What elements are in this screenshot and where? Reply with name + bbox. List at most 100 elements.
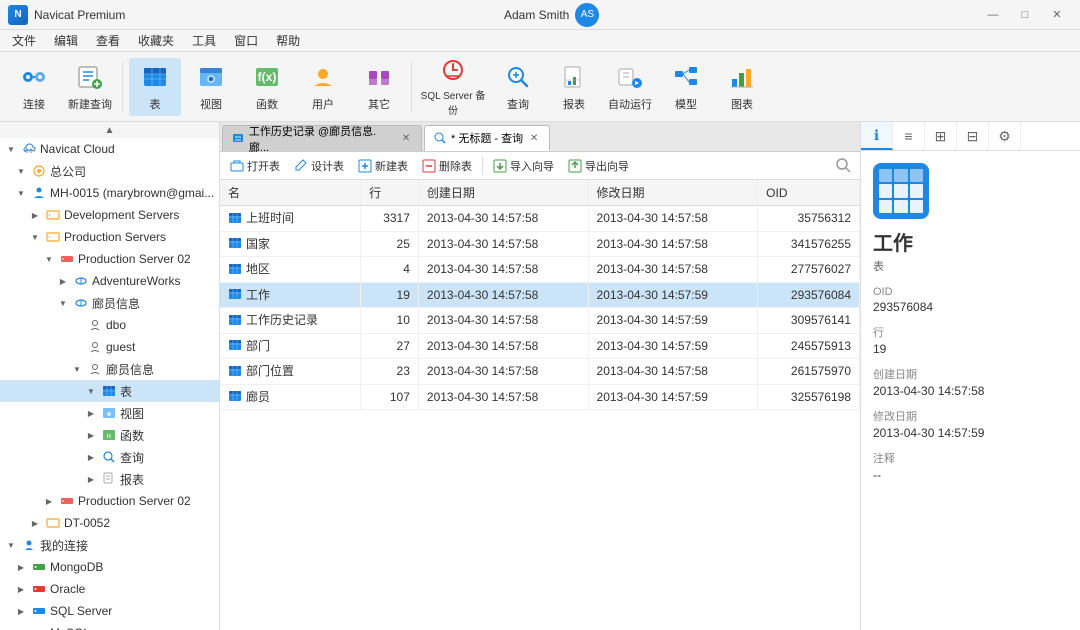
toolbar-connect[interactable]: 连接 bbox=[8, 58, 60, 116]
right-tab-info[interactable]: ℹ bbox=[861, 122, 893, 150]
report-icon bbox=[558, 61, 590, 93]
toolbar-query-label: 查询 bbox=[507, 96, 529, 112]
table-row[interactable]: 上班时间33172013-04-30 14:57:582013-04-30 14… bbox=[220, 206, 860, 232]
right-icon-cell-3 bbox=[910, 169, 923, 182]
table-row[interactable]: 部门位置232013-04-30 14:57:582013-04-30 14:5… bbox=[220, 359, 860, 385]
sidebar-item-guest[interactable]: guest bbox=[0, 336, 219, 358]
sidebar-item-navicat-cloud[interactable]: Navicat Cloud bbox=[0, 138, 219, 160]
sidebar-item-report-tree[interactable]: 报表 bbox=[0, 468, 219, 490]
close-button[interactable]: ✕ bbox=[1042, 5, 1072, 25]
right-icon-cell-1 bbox=[879, 169, 892, 182]
sidebar-scroll-up[interactable]: ▲ bbox=[0, 122, 219, 138]
right-tab-list[interactable]: ≡ bbox=[893, 122, 925, 150]
tab-untitled-query-close[interactable]: ✕ bbox=[527, 131, 541, 145]
sub-btn-design[interactable]: 设计表 bbox=[288, 155, 350, 177]
table-row[interactable]: 工作历史记录102013-04-30 14:57:582013-04-30 14… bbox=[220, 308, 860, 334]
table-row[interactable]: 地区42013-04-30 14:57:582013-04-30 14:57:5… bbox=[220, 257, 860, 283]
sub-btn-open[interactable]: 打开表 bbox=[224, 155, 286, 177]
sidebar-item-view[interactable]: 视图 bbox=[0, 402, 219, 424]
table-cell-name: 上班时间 bbox=[220, 206, 361, 232]
table-row[interactable]: 国家252013-04-30 14:57:582013-04-30 14:57:… bbox=[220, 231, 860, 257]
menu-view[interactable]: 查看 bbox=[88, 30, 128, 51]
sidebar-item-query-tree[interactable]: 查询 bbox=[0, 446, 219, 468]
sidebar-item-adventureworks[interactable]: AdventureWorks bbox=[0, 270, 219, 292]
right-tab-expand[interactable]: ⊞ bbox=[925, 122, 957, 150]
table-row[interactable]: 部门272013-04-30 14:57:582013-04-30 14:57:… bbox=[220, 333, 860, 359]
menu-edit[interactable]: 编辑 bbox=[46, 30, 86, 51]
func-sidebar-icon: fx bbox=[101, 427, 117, 443]
sidebar-item-liangyuanxinxi-db[interactable]: 廊员信息 bbox=[0, 292, 219, 314]
tab-untitled-query[interactable]: * 无标题 - 查询 ✕ bbox=[424, 125, 550, 151]
col-header-name: 名 bbox=[220, 180, 361, 206]
liangyuanxinxi-db-label: 廊员信息 bbox=[92, 295, 140, 312]
sidebar-item-dt0052[interactable]: DT-0052 bbox=[0, 512, 219, 534]
menu-tools[interactable]: 工具 bbox=[184, 30, 224, 51]
sidebar-item-table[interactable]: 表 bbox=[0, 380, 219, 402]
prod-server-02-arrow bbox=[42, 252, 56, 266]
tab-work-history-close[interactable]: ✕ bbox=[399, 132, 413, 146]
menu-help[interactable]: 帮助 bbox=[268, 30, 308, 51]
right-tab-settings[interactable]: ⚙ bbox=[989, 122, 1021, 150]
toolbar-sep-2 bbox=[411, 62, 412, 112]
query-tree-arrow bbox=[84, 450, 98, 464]
sidebar-item-myconn[interactable]: 我的连接 bbox=[0, 534, 219, 556]
toolbar-table[interactable]: 表 bbox=[129, 58, 181, 116]
mysql-icon bbox=[31, 625, 47, 630]
table-cell-name: 国家 bbox=[220, 231, 361, 257]
sidebar-item-prod-server-02[interactable]: Production Server 02 bbox=[0, 248, 219, 270]
right-icon-cell-8 bbox=[894, 200, 907, 213]
toolbar-chart[interactable]: 图表 bbox=[716, 58, 768, 116]
sidebar-item-mh0015[interactable]: MH-0015 (marybrown@gmai... bbox=[0, 182, 219, 204]
prod-servers-arrow bbox=[28, 230, 42, 244]
sub-btn-import[interactable]: 导入向导 bbox=[487, 155, 560, 177]
sidebar-item-func[interactable]: fx 函数 bbox=[0, 424, 219, 446]
sidebar-item-mysql[interactable]: MySQL bbox=[0, 622, 219, 630]
right-icon-cell-7 bbox=[879, 200, 892, 213]
sidebar-item-sqlserver[interactable]: SQL Server bbox=[0, 600, 219, 622]
table-cell-rows: 4 bbox=[361, 257, 419, 283]
toolbar-function[interactable]: f(x) 函数 bbox=[241, 58, 293, 116]
right-field-value: 2013-04-30 14:57:58 bbox=[873, 384, 1068, 398]
sub-toolbar: 打开表 设计表 新建表 删除表 导入向导 导出向导 bbox=[220, 152, 860, 180]
minimize-button[interactable]: — bbox=[978, 5, 1008, 25]
right-tab-grid[interactable]: ⊟ bbox=[957, 122, 989, 150]
sub-btn-export[interactable]: 导出向导 bbox=[562, 155, 635, 177]
maximize-button[interactable]: □ bbox=[1010, 5, 1040, 25]
toolbar-report-label: 报表 bbox=[563, 96, 585, 112]
main-area: ▲ Navicat Cloud 总公司 MH-0015 (marybrown@g… bbox=[0, 122, 1080, 630]
table-cell-rows: 3317 bbox=[361, 206, 419, 232]
sidebar-item-prod-server-02b[interactable]: Production Server 02 bbox=[0, 490, 219, 512]
sub-btn-delete[interactable]: 删除表 bbox=[416, 155, 478, 177]
table-row[interactable]: 工作192013-04-30 14:57:582013-04-30 14:57:… bbox=[220, 282, 860, 308]
sidebar-item-prod-servers[interactable]: Production Servers bbox=[0, 226, 219, 248]
toolbar-report[interactable]: 报表 bbox=[548, 58, 600, 116]
sidebar-item-oracle[interactable]: Oracle bbox=[0, 578, 219, 600]
toolbar-user[interactable]: 用户 bbox=[297, 58, 349, 116]
menu-favorites[interactable]: 收藏夹 bbox=[130, 30, 182, 51]
table-cell-name: 工作 bbox=[220, 282, 361, 308]
sidebar-item-mongodb[interactable]: MongoDB bbox=[0, 556, 219, 578]
tab-work-history[interactable]: 工作历史记录 @廊员信息.廊... ✕ bbox=[222, 125, 422, 151]
toolbar-query[interactable]: 查询 bbox=[492, 58, 544, 116]
sub-btn-open-label: 打开表 bbox=[247, 158, 280, 174]
toolbar-view[interactable]: 视图 bbox=[185, 58, 237, 116]
toolbar-other[interactable]: 其它 bbox=[353, 58, 405, 116]
sidebar-item-dev-servers[interactable]: Development Servers bbox=[0, 204, 219, 226]
toolbar-model[interactable]: 模型 bbox=[660, 58, 712, 116]
table-cell-created: 2013-04-30 14:57:58 bbox=[418, 308, 588, 334]
toolbar-new-query[interactable]: 新建查询 bbox=[64, 58, 116, 116]
toolbar-backup[interactable]: SQL Server 备份 bbox=[418, 58, 488, 116]
table-cell-oid: 261575970 bbox=[758, 359, 860, 385]
sub-btn-new[interactable]: 新建表 bbox=[352, 155, 414, 177]
query-sidebar-label: 查询 bbox=[120, 449, 144, 466]
sidebar-item-company[interactable]: 总公司 bbox=[0, 160, 219, 182]
prod-servers-icon bbox=[45, 229, 61, 245]
table-row[interactable]: 廊员1072013-04-30 14:57:582013-04-30 14:57… bbox=[220, 384, 860, 410]
menu-file[interactable]: 文件 bbox=[4, 30, 44, 51]
dbo-arrow bbox=[70, 318, 84, 332]
toolbar-autorun[interactable]: 自动运行 bbox=[604, 58, 656, 116]
right-icon-cell-6 bbox=[910, 184, 923, 197]
sidebar-item-dbo[interactable]: dbo bbox=[0, 314, 219, 336]
menu-window[interactable]: 窗口 bbox=[226, 30, 266, 51]
sidebar-item-liangyuanxinxi-schema[interactable]: 廊员信息 bbox=[0, 358, 219, 380]
